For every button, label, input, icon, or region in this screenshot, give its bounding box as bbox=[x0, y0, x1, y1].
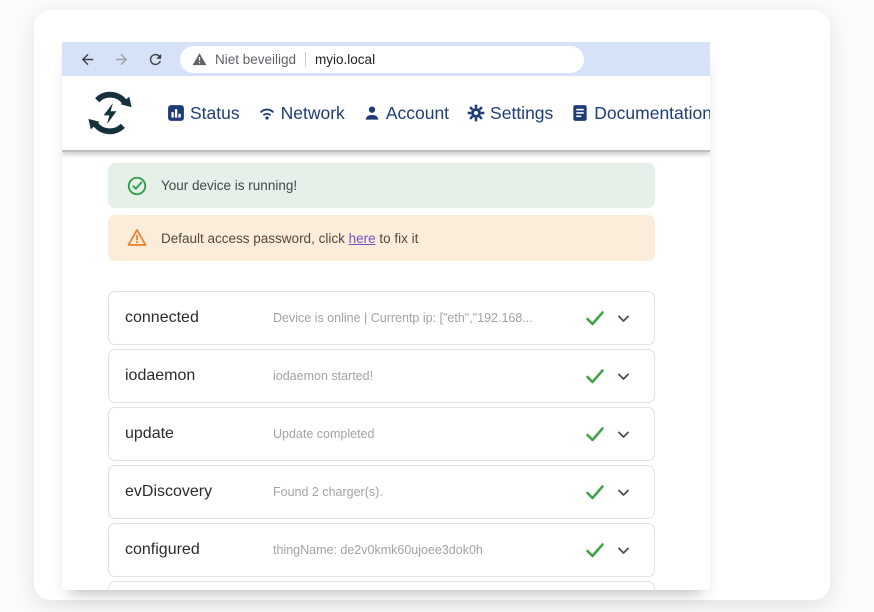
success-alert: Your device is running! bbox=[108, 163, 655, 208]
brand-logo[interactable] bbox=[81, 84, 139, 142]
check-circle-icon bbox=[126, 175, 148, 197]
status-row-connected[interactable]: connected Device is online | Currentp ip… bbox=[108, 291, 655, 345]
check-icon bbox=[583, 422, 607, 446]
nav-item-account[interactable]: Account bbox=[362, 103, 449, 124]
journal-icon bbox=[570, 103, 590, 123]
warning-triangle-icon bbox=[192, 52, 207, 67]
status-row-name: configured bbox=[125, 541, 273, 559]
reload-button[interactable] bbox=[142, 46, 168, 72]
status-row-detail: Found 2 charger(s). bbox=[273, 485, 583, 499]
nav-item-status[interactable]: Status bbox=[166, 103, 240, 124]
nav-item-documentation[interactable]: Documentation bbox=[570, 103, 710, 124]
status-row-update[interactable]: update Update completed bbox=[108, 407, 655, 461]
status-row-name: iodaemon bbox=[125, 367, 273, 385]
site-navbar: Status Network Account bbox=[62, 76, 710, 152]
check-icon bbox=[583, 364, 607, 388]
security-label: Niet beveiligd bbox=[215, 52, 296, 67]
nav-items: Status Network Account bbox=[166, 103, 710, 124]
gear-icon bbox=[466, 103, 486, 123]
chevron-down-icon[interactable] bbox=[615, 484, 632, 501]
chevron-down-icon[interactable] bbox=[615, 542, 632, 559]
status-row-partial bbox=[108, 581, 655, 590]
nav-item-label: Account bbox=[386, 103, 449, 124]
arrow-right-icon bbox=[113, 51, 130, 68]
bar-chart-icon bbox=[166, 103, 186, 123]
forward-button[interactable] bbox=[108, 46, 134, 72]
status-row-name: connected bbox=[125, 309, 273, 327]
check-icon bbox=[583, 480, 607, 504]
status-row-name: update bbox=[125, 425, 273, 443]
sync-bolt-logo-icon bbox=[82, 85, 138, 141]
chevron-down-icon[interactable] bbox=[615, 368, 632, 385]
address-bar[interactable]: Niet beveiligd myio.local bbox=[180, 46, 584, 73]
nav-item-label: Settings bbox=[490, 103, 553, 124]
status-row-detail: Update completed bbox=[273, 427, 583, 441]
status-row-detail: thingName: de2v0kmk60ujoee3dok0h bbox=[273, 543, 583, 557]
status-row-name: evDiscovery bbox=[125, 483, 273, 501]
status-row-evdiscovery[interactable]: evDiscovery Found 2 charger(s). bbox=[108, 465, 655, 519]
check-icon bbox=[583, 306, 607, 330]
back-button[interactable] bbox=[74, 46, 100, 72]
chevron-down-icon[interactable] bbox=[615, 426, 632, 443]
browser-toolbar: Niet beveiligd myio.local bbox=[62, 42, 710, 77]
reload-icon bbox=[147, 51, 164, 68]
check-icon bbox=[583, 538, 607, 562]
warning-triangle-icon bbox=[126, 227, 148, 249]
status-row-iodaemon[interactable]: iodaemon iodaemon started! bbox=[108, 349, 655, 403]
screenshot-card: Niet beveiligd myio.local bbox=[34, 10, 830, 600]
chevron-down-icon[interactable] bbox=[615, 310, 632, 327]
status-row-configured[interactable]: configured thingName: de2v0kmk60ujoee3do… bbox=[108, 523, 655, 577]
person-icon bbox=[362, 103, 382, 123]
status-list: connected Device is online | Currentp ip… bbox=[108, 291, 655, 590]
status-row-detail: iodaemon started! bbox=[273, 369, 583, 383]
warning-alert-text: Default access password, click here to f… bbox=[161, 231, 418, 246]
fix-password-link[interactable]: here bbox=[349, 231, 376, 246]
url-text: myio.local bbox=[315, 52, 375, 67]
status-row-detail: Device is online | Currentp ip: ["eth","… bbox=[273, 311, 583, 325]
wifi-icon bbox=[257, 103, 277, 123]
warning-alert: Default access password, click here to f… bbox=[108, 215, 655, 261]
nav-item-network[interactable]: Network bbox=[257, 103, 345, 124]
nav-item-label: Network bbox=[281, 103, 345, 124]
nav-item-settings[interactable]: Settings bbox=[466, 103, 553, 124]
arrow-left-icon bbox=[79, 51, 96, 68]
success-alert-text: Your device is running! bbox=[161, 178, 297, 193]
nav-item-label: Status bbox=[190, 103, 240, 124]
address-divider bbox=[305, 52, 306, 67]
nav-item-label: Documentation bbox=[594, 103, 710, 124]
browser-window: Niet beveiligd myio.local bbox=[62, 42, 710, 590]
